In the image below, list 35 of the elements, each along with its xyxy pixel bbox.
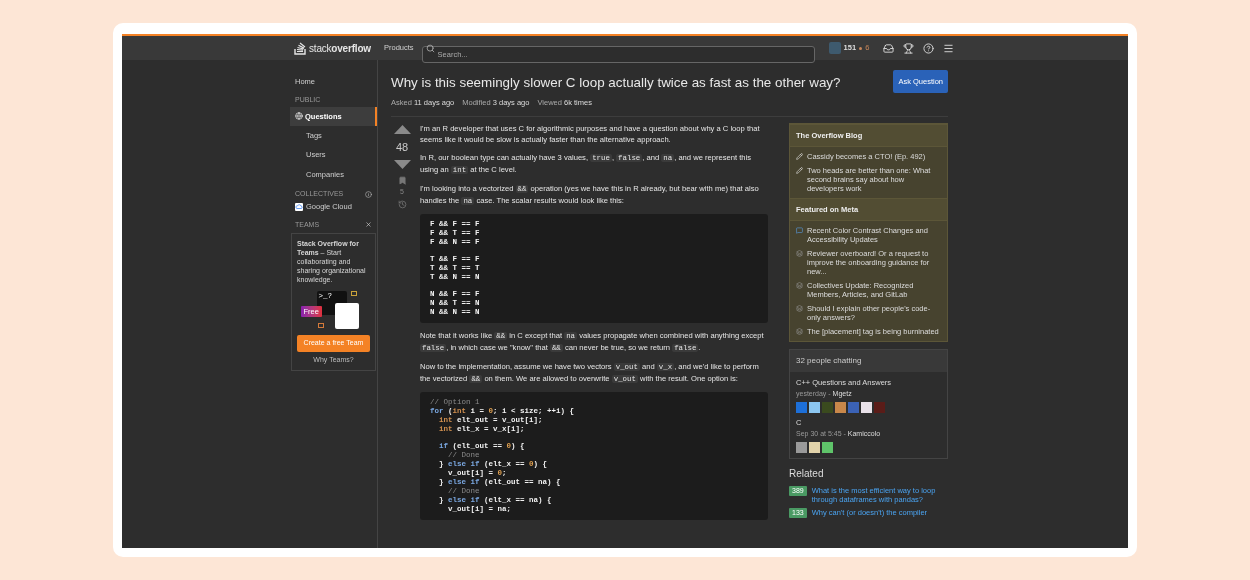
related-heading: Related	[789, 466, 825, 481]
speech-bubble-icon	[350, 291, 357, 296]
downvote-icon[interactable]	[393, 160, 411, 169]
site-logo[interactable]: stackoverflow	[294, 40, 376, 56]
bookmark-icon[interactable]	[397, 176, 407, 185]
inbox-icon[interactable]	[883, 42, 895, 54]
upvote-icon[interactable]	[393, 124, 411, 134]
pencil-icon	[796, 152, 803, 160]
chat-icon	[796, 227, 803, 234]
vote-score: 48	[395, 139, 409, 155]
logo-icon	[294, 41, 307, 55]
panel-header: 32 people chatting	[790, 350, 947, 372]
bronze-badge-icon	[859, 46, 863, 50]
avatar-image[interactable]	[809, 441, 820, 453]
avatar-image[interactable]	[809, 401, 820, 413]
avatar-image[interactable]	[822, 441, 833, 453]
speech-bubble-icon	[317, 323, 324, 328]
close-icon[interactable]	[365, 221, 372, 229]
avatar-image[interactable]	[861, 401, 872, 413]
stack-icon	[796, 305, 803, 312]
avatar-image[interactable]	[835, 401, 846, 413]
menu-icon[interactable]	[943, 42, 955, 54]
globe-icon	[295, 112, 303, 121]
cloud-logo-icon	[295, 202, 303, 211]
question-title: Why is this seemingly slower C loop actually twice as fast as the other way?	[391, 74, 841, 91]
trophy-icon[interactable]	[903, 42, 915, 54]
stack-icon	[796, 328, 803, 335]
info-icon[interactable]	[365, 190, 372, 198]
stack-icon	[796, 282, 803, 289]
search-icon	[425, 43, 435, 53]
history-icon[interactable]	[397, 199, 407, 209]
pencil-icon	[796, 166, 803, 174]
stack-icon	[796, 250, 803, 257]
avatar-image[interactable]	[796, 441, 807, 453]
help-icon[interactable]	[923, 42, 935, 54]
